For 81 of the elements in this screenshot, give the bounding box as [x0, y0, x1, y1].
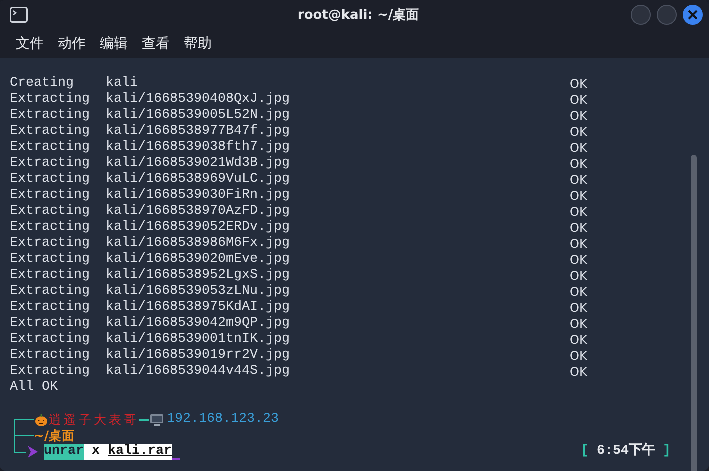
menu-item[interactable]: 查看	[142, 35, 170, 53]
output-path: kali/1668539038fth7.jpg	[106, 140, 291, 156]
menu-item[interactable]: 编辑	[100, 35, 128, 53]
output-path: kali/1668539053zLNu.jpg	[106, 284, 291, 300]
output-action: Creating	[10, 76, 75, 92]
text-cursor	[172, 458, 180, 460]
output-path: kali/1668538977B47f.jpg	[106, 124, 291, 140]
prompt-arrow-icon	[28, 446, 38, 458]
output-status: OK	[570, 92, 588, 108]
output-action: Extracting	[10, 236, 91, 252]
menu-item[interactable]: 帮助	[184, 35, 212, 53]
output-path: kali/1668539030FiRn.jpg	[106, 188, 291, 204]
output-path: kali/1668538986M6Fx.jpg	[106, 236, 291, 252]
output-path: kali/1668539042m9QP.jpg	[106, 316, 291, 332]
output-action: Extracting	[10, 188, 91, 204]
output-action: Extracting	[10, 140, 91, 156]
output-action: Extracting	[10, 92, 91, 108]
command-arguments: x kali.rar	[84, 444, 172, 460]
output-status: OK	[570, 188, 588, 204]
output-status: OK	[570, 76, 588, 92]
window-title: root@kali: ~/桌面	[296, 7, 420, 24]
prompt-user: 逍遥子大表哥	[49, 412, 139, 428]
output-path: kali/1668538975KdAI.jpg	[106, 300, 291, 316]
output-path: kali/1668539021Wd3B.jpg	[106, 156, 291, 172]
output-path: kali/1668539044v44S.jpg	[106, 364, 291, 380]
prompt-path: ~/桌面	[34, 428, 76, 444]
output-path: kali/1668539005L52N.jpg	[106, 108, 291, 124]
output-status: OK	[570, 140, 588, 156]
terminal-icon	[10, 7, 28, 23]
output-action: Extracting	[10, 156, 91, 172]
output-path: kali/1668538969VuLC.jpg	[106, 172, 291, 188]
output-path: kali/1668539019rr2V.jpg	[106, 348, 291, 364]
output-status: OK	[570, 300, 588, 316]
output-status: OK	[570, 156, 588, 172]
output-status: OK	[570, 332, 588, 348]
output-status: OK	[570, 108, 588, 124]
output-action: Extracting	[10, 204, 91, 220]
output-status: OK	[570, 316, 588, 332]
output-action: Extracting	[10, 316, 91, 332]
monitor-icon	[150, 414, 164, 426]
output-status: OK	[570, 348, 588, 364]
menu-item[interactable]: 文件	[16, 35, 44, 53]
output-action: Extracting	[10, 108, 91, 124]
output-status: OK	[570, 236, 588, 252]
output-path: kali/1668539052ERDv.jpg	[106, 220, 291, 236]
prompt-host: 192.168.123.23	[167, 412, 279, 428]
output-action: Extracting	[10, 284, 91, 300]
minimize-button[interactable]	[631, 5, 651, 25]
output-action: Extracting	[10, 348, 91, 364]
output-status: OK	[570, 284, 588, 300]
summary-text: All OK	[10, 380, 58, 396]
output-path: kali/1668539020mEve.jpg	[106, 252, 291, 268]
output-status: OK	[570, 252, 588, 268]
output-action: Extracting	[10, 332, 91, 348]
output-status: OK	[570, 268, 588, 284]
output-path: kali/1668539001tnIK.jpg	[106, 332, 291, 348]
close-icon	[688, 10, 698, 20]
output-path: kali/1668538970AzFD.jpg	[106, 204, 291, 220]
output-status: OK	[570, 172, 588, 188]
menu-item[interactable]: 动作	[58, 35, 86, 53]
clock-text: [ 6:54下午 ]	[581, 444, 671, 460]
output-action: Extracting	[10, 124, 91, 140]
command-name: unrar	[44, 444, 84, 460]
maximize-button[interactable]	[657, 5, 677, 25]
scrollbar-thumb[interactable]	[691, 155, 697, 471]
output-action: Extracting	[10, 268, 91, 284]
output-action: Extracting	[10, 252, 91, 268]
output-path: kali/1668538952LgxS.jpg	[106, 268, 291, 284]
output-status: OK	[570, 220, 588, 236]
prompt-connector	[139, 419, 149, 421]
output-path: kali/16685390408QxJ.jpg	[106, 92, 291, 108]
output-status: OK	[570, 204, 588, 220]
output-status: OK	[570, 124, 588, 140]
output-path: kali	[106, 76, 139, 92]
output-action: Extracting	[10, 300, 91, 316]
output-action: Extracting	[10, 220, 91, 236]
output-action: Extracting	[10, 172, 91, 188]
output-status: OK	[570, 364, 588, 380]
close-button[interactable]	[683, 5, 703, 25]
pumpkin-icon	[35, 414, 48, 426]
output-action: Extracting	[10, 364, 91, 380]
